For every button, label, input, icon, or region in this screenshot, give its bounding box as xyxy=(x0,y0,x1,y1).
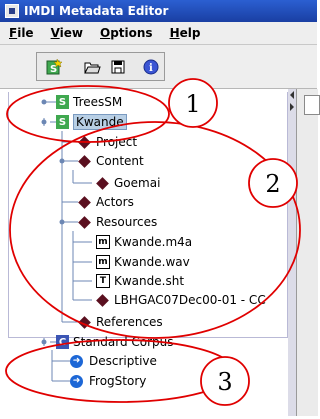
annotation-number-1: 1 xyxy=(185,90,200,118)
annotation-number-3: 3 xyxy=(217,368,232,396)
annotation-number-2: 2 xyxy=(265,170,280,198)
annotations-overlay: 1 2 3 xyxy=(5,78,301,406)
annotation-ellipse-3 xyxy=(5,339,235,403)
annotation-ellipse-2 xyxy=(9,121,301,339)
